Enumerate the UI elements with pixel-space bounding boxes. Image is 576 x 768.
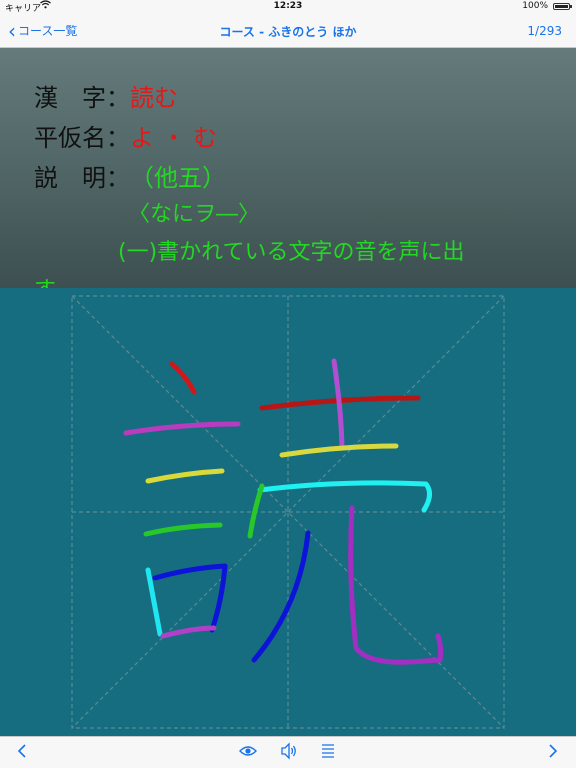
stroke-12 xyxy=(247,483,265,539)
description-line-3: (一)書かれている文字の音を声に出 xyxy=(118,240,465,265)
kana-label: 平仮名： xyxy=(34,124,130,152)
stroke-6 xyxy=(152,563,228,633)
stroke-10 xyxy=(279,443,399,458)
stroke-1 xyxy=(169,361,197,395)
navigation-bar: ‹ コース一覧 コース - ふきのとう ほか 1/293 xyxy=(0,14,576,48)
list-icon[interactable] xyxy=(320,741,336,765)
kana-value: よ ・ む xyxy=(130,124,218,152)
stroke-drawing xyxy=(71,295,505,729)
stroke-4 xyxy=(143,522,223,537)
battery-percent: 100% xyxy=(522,1,548,11)
kanji-info-panel: 漢 字：読む 平仮名：よ ・ む 説 明：（他五） 〈なにヲ―〉 (一)書かれて… xyxy=(0,48,576,288)
kanji-value: 読む xyxy=(130,84,178,112)
clock: 12:23 xyxy=(273,1,303,11)
description-line-4: す。 xyxy=(34,272,76,288)
stroke-2 xyxy=(123,421,241,436)
stroke-order-canvas[interactable] xyxy=(0,288,576,736)
battery-icon xyxy=(553,3,572,10)
speaker-icon[interactable] xyxy=(280,741,298,765)
stroke-3 xyxy=(145,468,225,484)
stroke-14 xyxy=(348,505,444,665)
status-bar: キャリア 12:23 100% xyxy=(0,0,576,14)
guide-grid xyxy=(71,295,505,729)
stroke-13 xyxy=(251,530,311,663)
page-title: コース - ふきのとう ほか xyxy=(219,25,357,39)
eye-icon[interactable] xyxy=(239,741,257,765)
bottom-toolbar xyxy=(0,736,576,768)
chevron-left-icon[interactable] xyxy=(16,741,28,765)
description-row: 説 明：（他五） xyxy=(34,158,226,193)
description-line-1: （他五） xyxy=(130,164,226,192)
description-label: 説 明： xyxy=(34,164,130,192)
chevron-right-icon[interactable] xyxy=(547,741,559,765)
kanji-label: 漢 字： xyxy=(34,84,130,112)
description-line-2: 〈なにヲ―〉 xyxy=(128,202,261,227)
kana-row: 平仮名：よ ・ む xyxy=(34,118,217,153)
stroke-11 xyxy=(257,480,432,513)
stroke-9 xyxy=(331,358,345,449)
kanji-row: 漢 字：読む xyxy=(34,78,178,113)
page-counter: 1/293 xyxy=(527,24,562,38)
